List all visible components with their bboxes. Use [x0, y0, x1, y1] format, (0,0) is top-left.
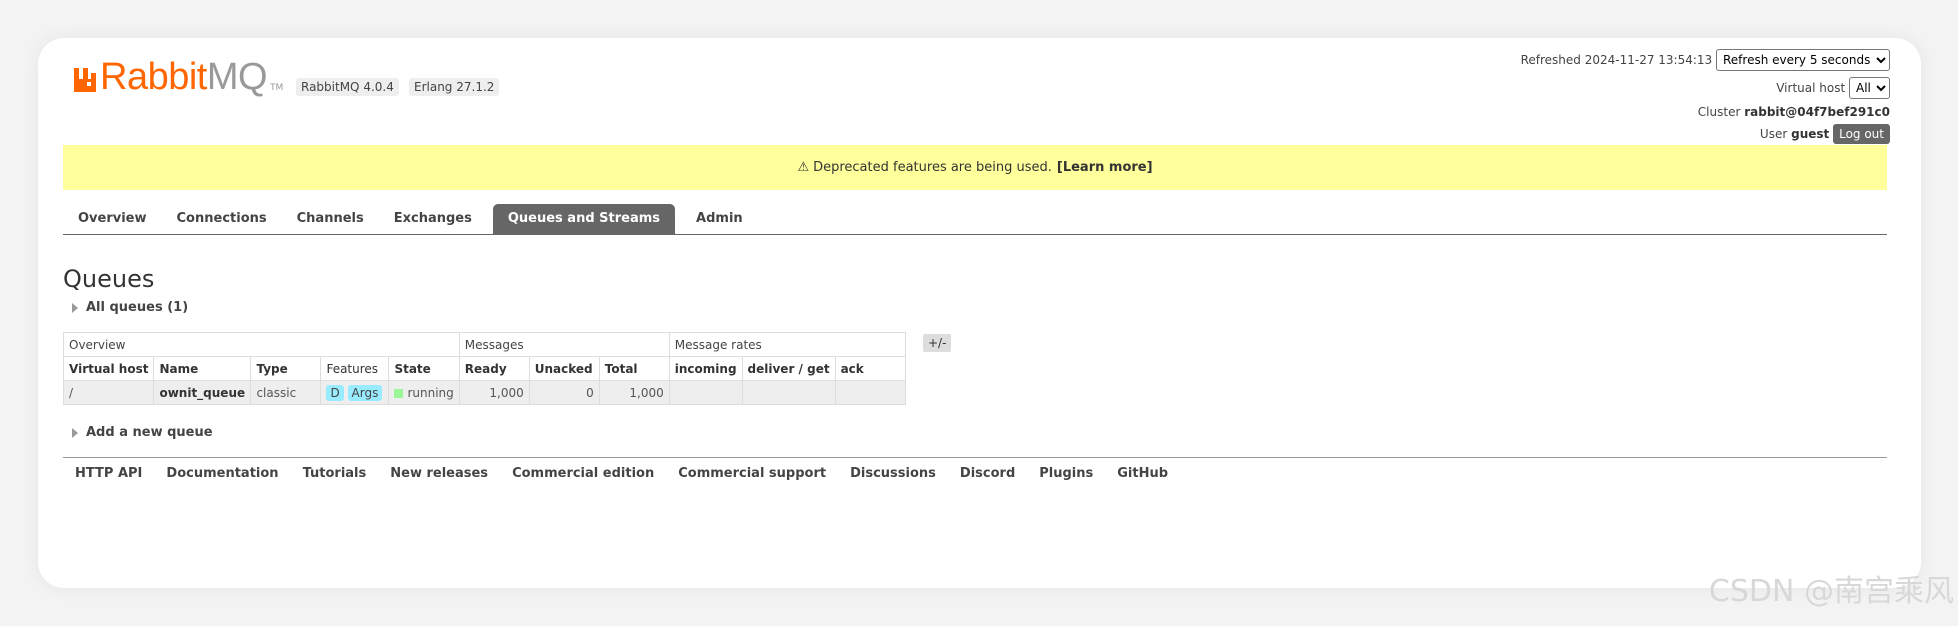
group-message-rates: Message rates	[668, 332, 906, 357]
col-type[interactable]: Type	[250, 356, 322, 381]
logo-tm: TM	[270, 83, 284, 93]
expand-arrow-icon	[72, 302, 78, 313]
footer-link-discussions[interactable]: Discussions	[850, 466, 936, 481]
cluster-label: Cluster	[1697, 105, 1741, 119]
refresh-interval-select[interactable]: Refresh every 5 seconds	[1716, 49, 1890, 71]
tab-exchanges[interactable]: Exchanges	[379, 204, 487, 234]
state-text: running	[407, 385, 454, 400]
user-label: User	[1759, 127, 1788, 141]
durable-tag: D	[326, 384, 344, 401]
logo-rabbit-text: Rabbit	[100, 56, 207, 98]
group-messages: Messages	[458, 332, 670, 357]
footer-link-plugins[interactable]: Plugins	[1039, 466, 1093, 481]
column-toggle-button[interactable]: +/-	[923, 334, 952, 352]
add-queue-toggle[interactable]: Add a new queue	[72, 425, 213, 440]
refresh-row: Refreshed 2024-11-27 13:54:13 Refresh ev…	[1521, 49, 1890, 71]
logo-mq-text: MQ	[206, 56, 268, 98]
args-tag: Args	[347, 384, 383, 401]
main-card	[38, 38, 1921, 588]
col-name[interactable]: Name	[153, 356, 252, 381]
erlang-version-badge: Erlang 27.1.2	[409, 78, 500, 96]
footer-links: HTTP API Documentation Tutorials New rel…	[63, 457, 1887, 481]
tab-admin[interactable]: Admin	[681, 204, 758, 234]
table-row: / ownit_queue classic D Args running 1,0…	[62, 380, 906, 405]
col-unacked[interactable]: Unacked	[528, 356, 600, 381]
col-total[interactable]: Total	[598, 356, 670, 381]
vhost-label: Virtual host	[1776, 81, 1846, 95]
watermark: CSDN @南宫乘风	[1708, 574, 1954, 609]
page-title: Queues	[63, 265, 155, 293]
tab-overview[interactable]: Overview	[63, 204, 162, 234]
cluster-name: rabbit@04f7bef291c0	[1744, 105, 1890, 119]
cell-unacked: 0	[528, 380, 600, 405]
vhost-row: Virtual host All	[1776, 77, 1890, 99]
deprecation-banner: ⚠ Deprecated features are being used. [L…	[63, 145, 1887, 190]
footer-link-documentation[interactable]: Documentation	[166, 466, 278, 481]
cell-ready: 1,000	[458, 380, 530, 405]
col-deliver-get[interactable]: deliver / get	[741, 356, 836, 381]
footer-link-commercial-edition[interactable]: Commercial edition	[512, 466, 654, 481]
rabbit-logo-icon	[74, 68, 96, 92]
cell-total: 1,000	[598, 380, 670, 405]
footer-link-commercial-support[interactable]: Commercial support	[678, 466, 826, 481]
rabbitmq-logo[interactable]: RabbitMQ TM	[74, 56, 283, 96]
col-incoming[interactable]: incoming	[668, 356, 743, 381]
main-tabs: Overview Connections Channels Exchanges …	[63, 203, 1887, 235]
col-state[interactable]: State	[388, 356, 460, 381]
footer-link-discord[interactable]: Discord	[960, 466, 1015, 481]
logo-wordmark: RabbitMQ	[100, 56, 268, 98]
add-queue-label: Add a new queue	[86, 425, 213, 440]
cluster-row: Cluster rabbit@04f7bef291c0	[1698, 105, 1890, 119]
tab-queues-and-streams[interactable]: Queues and Streams	[492, 204, 676, 234]
logout-button[interactable]: Log out	[1833, 124, 1890, 144]
vhost-select[interactable]: All	[1849, 77, 1890, 99]
tab-connections[interactable]: Connections	[162, 204, 282, 234]
all-queues-label: All queues (1)	[86, 300, 189, 315]
cell-incoming	[668, 380, 743, 405]
learn-more-link[interactable]: [Learn more]	[1057, 160, 1153, 175]
footer-link-tutorials[interactable]: Tutorials	[303, 466, 367, 481]
warning-icon: ⚠	[797, 160, 810, 175]
rabbitmq-version-badge: RabbitMQ 4.0.4	[296, 78, 399, 96]
col-ack[interactable]: ack	[834, 356, 906, 381]
queues-table: Overview Messages Message rates Virtual …	[62, 332, 906, 405]
cell-type: classic	[250, 380, 322, 405]
cell-ack	[834, 380, 906, 405]
refreshed-time: 2024-11-27 13:54:13	[1584, 53, 1713, 67]
col-virtual-host[interactable]: Virtual host	[62, 356, 155, 381]
footer-link-new-releases[interactable]: New releases	[390, 466, 488, 481]
col-ready[interactable]: Ready	[458, 356, 530, 381]
footer-link-http-api[interactable]: HTTP API	[75, 466, 142, 481]
running-status-icon	[394, 388, 404, 398]
expand-arrow-icon	[72, 427, 78, 438]
cell-features: D Args	[320, 380, 390, 405]
col-features: Features	[320, 356, 390, 381]
cell-state: running	[388, 380, 460, 405]
user-row: User guest Log out	[1760, 124, 1890, 144]
tab-channels[interactable]: Channels	[282, 204, 379, 234]
cell-deliver-get	[741, 380, 836, 405]
cell-vhost: /	[62, 380, 155, 405]
footer-link-github[interactable]: GitHub	[1117, 466, 1168, 481]
banner-text: Deprecated features are being used.	[813, 160, 1052, 175]
user-name: guest	[1791, 127, 1830, 141]
all-queues-toggle[interactable]: All queues (1)	[72, 300, 188, 315]
refreshed-label: Refreshed	[1520, 53, 1581, 67]
group-overview: Overview	[63, 332, 460, 357]
queue-name-link[interactable]: ownit_queue	[153, 380, 252, 405]
